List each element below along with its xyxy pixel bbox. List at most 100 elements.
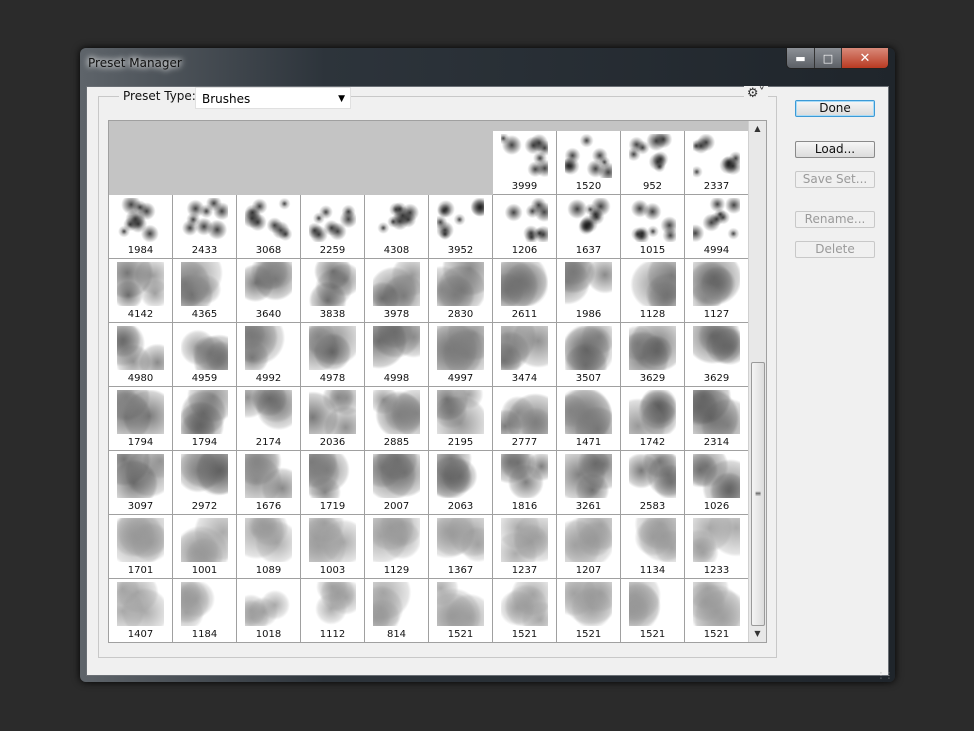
- rename-button[interactable]: Rename...: [795, 211, 875, 228]
- brush-preset-item[interactable]: 1367: [429, 515, 493, 579]
- brush-size-label: 3629: [621, 373, 684, 384]
- brush-preset-item[interactable]: 1521: [429, 579, 493, 643]
- brush-tip-icon: [501, 134, 548, 178]
- done-button[interactable]: Done: [795, 100, 875, 117]
- brush-preset-item[interactable]: 2830: [429, 259, 493, 323]
- brush-preset-item[interactable]: 1134: [621, 515, 685, 579]
- brush-preset-item[interactable]: 952: [621, 131, 685, 195]
- brush-preset-item[interactable]: 3952: [429, 195, 493, 259]
- brush-preset-item[interactable]: 1521: [493, 579, 557, 643]
- brush-preset-item[interactable]: 1984: [109, 195, 173, 259]
- brush-preset-item[interactable]: 1129: [365, 515, 429, 579]
- brush-preset-item[interactable]: 3838: [301, 259, 365, 323]
- brush-tip-icon: [373, 326, 420, 370]
- brush-preset-item[interactable]: 1003: [301, 515, 365, 579]
- brush-preset-item[interactable]: 814: [365, 579, 429, 643]
- brush-preset-item[interactable]: 1237: [493, 515, 557, 579]
- close-button[interactable]: ✕: [842, 48, 888, 68]
- brush-preset-item[interactable]: 2195: [429, 387, 493, 451]
- chevron-down-icon: ▼: [338, 88, 345, 110]
- brush-preset-item[interactable]: 4994: [685, 195, 749, 259]
- brush-preset-item[interactable]: 1521: [621, 579, 685, 643]
- brush-preset-item[interactable]: 1128: [621, 259, 685, 323]
- gear-icon[interactable]: ⚙˅: [744, 86, 768, 101]
- brush-preset-item[interactable]: 2259: [301, 195, 365, 259]
- brush-preset-item[interactable]: 3640: [237, 259, 301, 323]
- brush-preset-item[interactable]: 3629: [685, 323, 749, 387]
- brush-preset-item[interactable]: 4142: [109, 259, 173, 323]
- brush-preset-item[interactable]: 2885: [365, 387, 429, 451]
- scrollbar-thumb[interactable]: ≡: [751, 362, 765, 626]
- brush-preset-item[interactable]: 2314: [685, 387, 749, 451]
- brush-tip-icon: [501, 262, 548, 306]
- brush-preset-item[interactable]: 1233: [685, 515, 749, 579]
- brush-preset-item[interactable]: 1816: [493, 451, 557, 515]
- brush-preset-item[interactable]: 1794: [109, 387, 173, 451]
- brush-preset-item[interactable]: 1184: [173, 579, 237, 643]
- brush-preset-item[interactable]: 1112: [301, 579, 365, 643]
- brush-preset-item[interactable]: 1001: [173, 515, 237, 579]
- scroll-down-arrow-icon[interactable]: ▼: [749, 626, 766, 642]
- brush-preset-item[interactable]: 3261: [557, 451, 621, 515]
- brush-preset-item[interactable]: 3097: [109, 451, 173, 515]
- brush-tip-icon: [373, 582, 420, 626]
- empty-cell: [301, 131, 365, 195]
- brush-tip-icon: [565, 262, 612, 306]
- brush-preset-item[interactable]: 2433: [173, 195, 237, 259]
- brush-preset-item[interactable]: 2611: [493, 259, 557, 323]
- window-title: Preset Manager: [88, 56, 182, 70]
- brush-preset-item[interactable]: 1742: [621, 387, 685, 451]
- brush-preset-item[interactable]: 4978: [301, 323, 365, 387]
- brush-preset-item[interactable]: 3068: [237, 195, 301, 259]
- brush-preset-item[interactable]: 1407: [109, 579, 173, 643]
- brush-preset-item[interactable]: 1794: [173, 387, 237, 451]
- brush-preset-item[interactable]: 1676: [237, 451, 301, 515]
- brush-preset-item[interactable]: 2972: [173, 451, 237, 515]
- brush-preset-item[interactable]: 1637: [557, 195, 621, 259]
- brush-preset-item[interactable]: 2777: [493, 387, 557, 451]
- brush-preset-item[interactable]: 1206: [493, 195, 557, 259]
- brush-preset-item[interactable]: 2337: [685, 131, 749, 195]
- brush-tip-icon: [693, 134, 740, 178]
- preset-type-select[interactable]: Brushes ▼: [195, 87, 351, 109]
- brush-preset-item[interactable]: 1018: [237, 579, 301, 643]
- brush-preset-item[interactable]: 2007: [365, 451, 429, 515]
- brush-preset-item[interactable]: 3978: [365, 259, 429, 323]
- brush-preset-item[interactable]: 2583: [621, 451, 685, 515]
- brush-preset-item[interactable]: 4308: [365, 195, 429, 259]
- brush-preset-item[interactable]: 1521: [685, 579, 749, 643]
- brush-preset-item[interactable]: 3507: [557, 323, 621, 387]
- brush-preset-item[interactable]: 1015: [621, 195, 685, 259]
- vertical-scrollbar[interactable]: ▲ ≡ ▼: [748, 121, 766, 642]
- brush-preset-item[interactable]: 4998: [365, 323, 429, 387]
- brush-preset-item[interactable]: 4959: [173, 323, 237, 387]
- brush-preset-item[interactable]: 1521: [557, 579, 621, 643]
- minimize-button[interactable]: ▬: [787, 48, 815, 68]
- brush-preset-item[interactable]: 2174: [237, 387, 301, 451]
- brush-tip-icon: [629, 198, 676, 242]
- brush-preset-item[interactable]: 4980: [109, 323, 173, 387]
- brush-preset-item[interactable]: 4997: [429, 323, 493, 387]
- scroll-up-arrow-icon[interactable]: ▲: [749, 121, 766, 137]
- delete-button[interactable]: Delete: [795, 241, 875, 258]
- brush-preset-item[interactable]: 2063: [429, 451, 493, 515]
- brush-preset-item[interactable]: 3474: [493, 323, 557, 387]
- brush-preset-item[interactable]: 3629: [621, 323, 685, 387]
- brush-preset-item[interactable]: 4992: [237, 323, 301, 387]
- resize-grip[interactable]: ⋮⋮: [877, 671, 893, 680]
- brush-preset-item[interactable]: 1471: [557, 387, 621, 451]
- brush-preset-item[interactable]: 1701: [109, 515, 173, 579]
- brush-preset-item[interactable]: 3999: [493, 131, 557, 195]
- brush-preset-item[interactable]: 1026: [685, 451, 749, 515]
- brush-preset-item[interactable]: 2036: [301, 387, 365, 451]
- load-button[interactable]: Load...: [795, 141, 875, 158]
- brush-preset-item[interactable]: 1089: [237, 515, 301, 579]
- brush-preset-item[interactable]: 1986: [557, 259, 621, 323]
- brush-preset-item[interactable]: 1520: [557, 131, 621, 195]
- brush-preset-item[interactable]: 1719: [301, 451, 365, 515]
- save-set-button[interactable]: Save Set...: [795, 171, 875, 188]
- maximize-button[interactable]: □: [815, 48, 842, 68]
- brush-preset-item[interactable]: 1127: [685, 259, 749, 323]
- brush-preset-item[interactable]: 4365: [173, 259, 237, 323]
- brush-preset-item[interactable]: 1207: [557, 515, 621, 579]
